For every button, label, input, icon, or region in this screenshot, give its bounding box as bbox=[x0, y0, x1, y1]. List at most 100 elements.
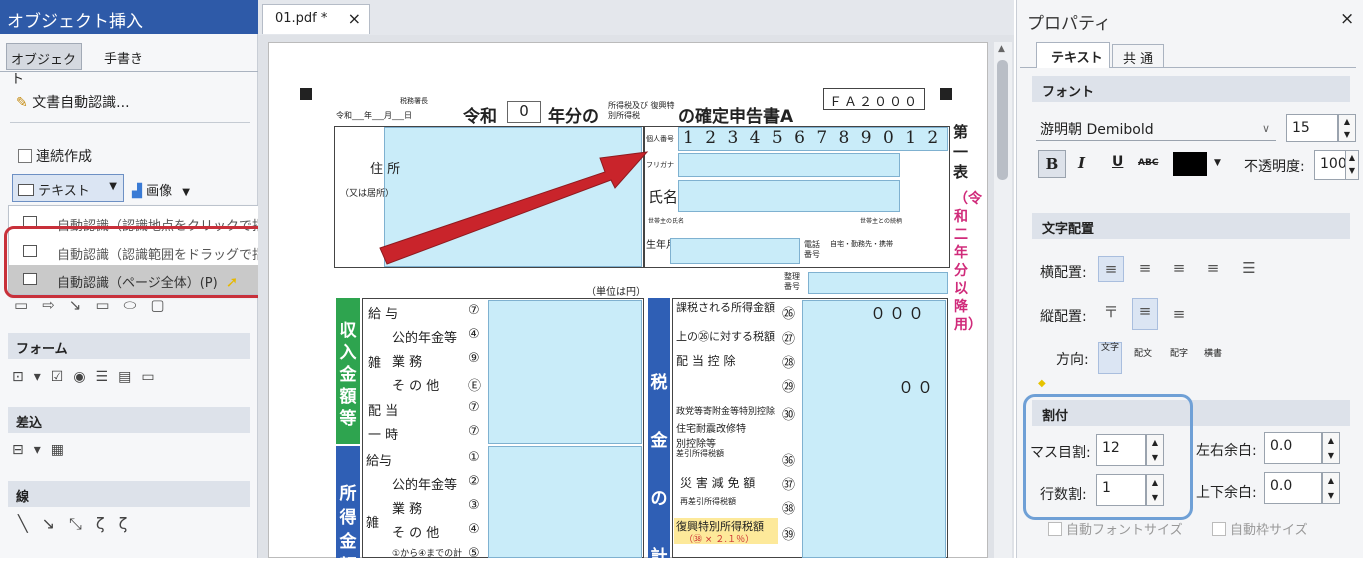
name-field[interactable] bbox=[678, 180, 900, 212]
shotoku-row-label: ①から④までの計 bbox=[392, 549, 463, 559]
align-justify-icon[interactable]: ≡ bbox=[1200, 256, 1226, 282]
align-center-icon[interactable]: ≡ bbox=[1132, 256, 1158, 282]
direction-label: 方向: bbox=[1056, 352, 1089, 368]
auto-frame-size-checkbox[interactable]: 自動枠サイズ bbox=[1212, 519, 1308, 538]
tax-amount-fields[interactable] bbox=[802, 300, 946, 558]
zigzag-icon: ζ bbox=[95, 514, 119, 533]
shotoku-row-label: 公的年金等 bbox=[392, 478, 458, 493]
tb-margin-input[interactable]: 0.0 bbox=[1264, 472, 1322, 504]
tab-text[interactable]: テキスト bbox=[1036, 42, 1110, 68]
tab-object[interactable]: オブジェクト bbox=[6, 43, 82, 87]
valign-bottom-icon[interactable]: ≡ bbox=[1166, 302, 1192, 328]
tax-row-label: 住宅耐震改修特別控除等 bbox=[676, 424, 746, 450]
form-tools[interactable]: ⊡▾☑◉☰▤▭ bbox=[12, 369, 165, 385]
direction-rotate-button[interactable]: 配字 bbox=[1170, 346, 1188, 359]
row-mark: ㊳ bbox=[782, 502, 796, 517]
opacity-input[interactable]: 100 bbox=[1314, 150, 1347, 180]
chevron-down-icon[interactable]: ▼ bbox=[182, 187, 190, 198]
bold-button[interactable]: B bbox=[1038, 150, 1066, 178]
document-tab[interactable]: 01.pdf * × bbox=[262, 4, 370, 34]
auto-font-size-label: 自動フォントサイズ bbox=[1066, 523, 1183, 538]
income-row-label: 業 務 bbox=[392, 355, 423, 370]
tab-common[interactable]: 共 通 bbox=[1112, 44, 1164, 68]
close-icon[interactable]: × bbox=[348, 9, 361, 28]
row-mark: ㉚ bbox=[782, 408, 796, 423]
image-tool-button[interactable]: ▟ 画像 ▼ bbox=[132, 180, 190, 199]
close-icon[interactable]: × bbox=[1340, 9, 1354, 29]
unit-label: （単位は円） bbox=[586, 287, 646, 298]
shotoku-amount-fields[interactable] bbox=[488, 446, 642, 558]
opacity-label: 不透明度: bbox=[1244, 159, 1305, 175]
chevron-down-icon[interactable]: ▼ bbox=[109, 181, 117, 192]
chevron-down-icon[interactable]: ▼ bbox=[1214, 158, 1221, 168]
align-left-icon[interactable]: ≡ bbox=[1098, 256, 1124, 282]
tax-row-label: 再差引所得税額 bbox=[680, 497, 736, 506]
tab-handwriting[interactable]: 手書き bbox=[104, 48, 143, 67]
line-icon: ╲ bbox=[18, 514, 42, 533]
income-vertical-label: 収入金額等 bbox=[336, 298, 360, 444]
line-tools[interactable]: ╲↘⤡ζζ bbox=[18, 514, 141, 534]
tax-value: ０００ bbox=[870, 304, 928, 323]
chevron-down-icon[interactable]: ∨ bbox=[1262, 122, 1270, 135]
highlight-box bbox=[1023, 394, 1193, 520]
handle-diamond-icon[interactable]: ◆ bbox=[1038, 378, 1046, 389]
align-right-icon[interactable]: ≡ bbox=[1166, 256, 1192, 282]
scrollbar-thumb[interactable] bbox=[997, 60, 1008, 180]
tax-vertical-label: 税金の計 bbox=[648, 298, 670, 567]
text-box-icon: ▭ bbox=[14, 296, 43, 314]
auto-font-size-checkbox[interactable]: 自動フォントサイズ bbox=[1048, 519, 1183, 538]
valign-top-icon[interactable]: 〒 bbox=[1098, 300, 1124, 326]
font-select-underline bbox=[1036, 140, 1276, 141]
furigana-field[interactable] bbox=[678, 153, 900, 177]
income-amount-fields[interactable] bbox=[488, 300, 642, 444]
font-color-swatch[interactable] bbox=[1173, 152, 1207, 176]
row-mark: ⑤ bbox=[468, 546, 480, 561]
personal-number-value: 1 2 3 4 5 6 7 8 9 0 1 2 bbox=[683, 128, 942, 148]
row-mark: ① bbox=[468, 450, 480, 465]
checkbox-icon bbox=[1212, 522, 1226, 536]
scroll-up-icon[interactable]: ▲ bbox=[998, 44, 1005, 54]
auto-recognize-label: 文書自動認識... bbox=[32, 95, 130, 111]
direction-mixed-button[interactable]: 横書 bbox=[1204, 346, 1222, 359]
section-font: フォント bbox=[1032, 76, 1350, 102]
auto-recognize-button[interactable]: ✎ 文書自動認識... bbox=[16, 92, 130, 112]
h-align-label: 横配置: bbox=[1040, 265, 1087, 281]
font-name-select[interactable]: 游明朝 Demibold bbox=[1040, 119, 1154, 139]
row-mark: ⑦ bbox=[468, 400, 480, 415]
birthdate-field[interactable] bbox=[670, 238, 800, 264]
merge-field-icon: ⊟▾ bbox=[12, 442, 51, 458]
fukko-sub-label: （㊳ × ２.１％） bbox=[684, 535, 755, 545]
strikethrough-button[interactable]: ABC bbox=[1138, 158, 1158, 168]
row-mark: Ⓔ bbox=[468, 379, 482, 394]
shape-tools[interactable]: ▭⇨↘▭⬭▢ bbox=[14, 296, 179, 314]
tb-margin-spinner[interactable]: ▲ ▼ bbox=[1322, 472, 1340, 504]
year-box[interactable]: 0 bbox=[507, 101, 541, 123]
income-row-label: そ の 他 bbox=[392, 379, 440, 394]
table-icon: ▦ bbox=[50, 442, 74, 458]
tax-row-label: 災 害 減 免 額 bbox=[680, 476, 756, 490]
seiri-label: 整理番号 bbox=[784, 272, 800, 291]
italic-button[interactable]: I bbox=[1078, 154, 1085, 172]
tax-row-label: 政党等寄附金等特別控除 bbox=[676, 407, 776, 417]
row-mark: ④ bbox=[468, 327, 480, 342]
divider bbox=[10, 122, 250, 123]
font-size-spinner[interactable]: ▲ ▼ bbox=[1338, 114, 1356, 142]
income-row-label: 一 時 bbox=[368, 428, 399, 443]
opacity-spinner[interactable]: ▲ ▼ bbox=[1345, 150, 1359, 180]
tb-margin-label: 上下余白: bbox=[1196, 485, 1257, 501]
merge-tools[interactable]: ⊟▾▦ bbox=[12, 442, 74, 458]
direction-vertical-button[interactable]: 配文 bbox=[1134, 346, 1152, 359]
text-tool-button[interactable]: テキスト ▼ bbox=[12, 174, 124, 202]
lr-margin-spinner[interactable]: ▲ ▼ bbox=[1322, 432, 1340, 464]
direction-horizontal-button[interactable]: 文字 bbox=[1098, 342, 1122, 374]
side-title: 第一表 bbox=[953, 123, 969, 181]
lr-margin-input[interactable]: 0.0 bbox=[1264, 432, 1322, 464]
tax-row-label: 上の㉖に対する税額 bbox=[676, 330, 775, 343]
continuous-checkbox[interactable]: 連続作成 bbox=[18, 146, 92, 166]
seiri-field[interactable] bbox=[808, 272, 948, 294]
align-distribute-icon[interactable]: ☰ bbox=[1236, 256, 1262, 282]
underline-button[interactable]: U bbox=[1112, 154, 1123, 170]
valign-middle-icon[interactable]: ≡ bbox=[1132, 298, 1158, 330]
font-size-input[interactable]: 15 bbox=[1286, 114, 1338, 142]
zigzag-arrow-icon: ζ bbox=[118, 514, 142, 533]
